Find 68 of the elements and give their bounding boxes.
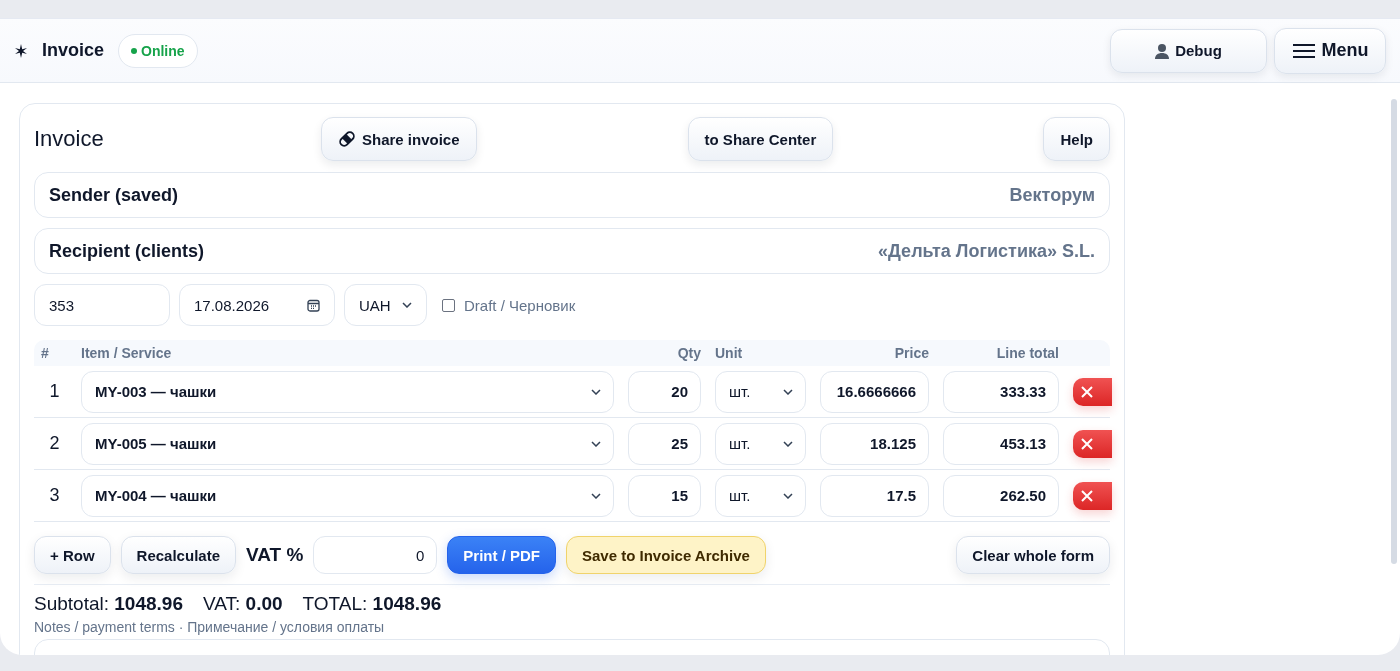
help-button[interactable]: Help: [1043, 117, 1110, 161]
toolbar-button[interactable]: + Row: [34, 536, 111, 574]
delete-row-button[interactable]: [1073, 377, 1112, 406]
share-center-button[interactable]: to Share Center: [687, 117, 834, 161]
draft-label: Draft / Черновик: [464, 296, 576, 314]
debug-button[interactable]: Debug: [1110, 28, 1267, 73]
toolbar-button[interactable]: Recalculate: [120, 536, 236, 574]
chevron-down-icon: [402, 302, 412, 308]
total-text: VAT: 0.00: [202, 593, 283, 615]
draft-checkbox[interactable]: [442, 298, 455, 312]
unit-select[interactable]: шт.: [715, 422, 806, 465]
close-icon: [1081, 437, 1093, 450]
item-select[interactable]: MY-003 — чашки: [81, 370, 614, 413]
price-input[interactable]: 16.6666666: [820, 370, 929, 413]
chevron-down-icon: [783, 492, 793, 499]
chevron-down-icon: [591, 440, 601, 447]
party-selector[interactable]: Sender (saved) Векторум: [34, 172, 1110, 218]
close-icon: [1081, 489, 1093, 502]
price-input[interactable]: 17.5: [820, 474, 929, 517]
chevron-down-icon: [783, 388, 793, 395]
column-header: Unit: [715, 345, 744, 361]
invoice-title: Invoice: [34, 126, 105, 152]
menu-button[interactable]: Menu: [1274, 27, 1386, 74]
person-icon: [1155, 42, 1170, 59]
delete-row-button[interactable]: [1073, 429, 1112, 458]
invoice-number-field[interactable]: 353: [34, 284, 170, 326]
chevron-down-icon: [591, 388, 601, 395]
bandage-icon: [338, 130, 356, 148]
column-header: Price: [893, 345, 929, 361]
chevron-down-icon: [591, 492, 601, 499]
close-icon: [1081, 385, 1093, 398]
toolbar-button[interactable]: Clear whole form: [956, 536, 1110, 574]
row-number: 3: [48, 485, 61, 506]
vat-label: VAT %: [246, 544, 304, 566]
qty-input[interactable]: 25: [628, 422, 701, 465]
party-selector[interactable]: Recipient (clients) «Дельта Логистика» S.L.: [34, 228, 1110, 274]
currency-select[interactable]: UAH: [344, 284, 427, 326]
row-number: 1: [48, 381, 61, 402]
star-icon: [14, 43, 28, 58]
line-total-field[interactable]: 333.33: [943, 370, 1059, 413]
app-title: Invoice: [42, 40, 105, 61]
qty-input[interactable]: 15: [628, 474, 701, 517]
vat-input[interactable]: 0: [313, 536, 438, 574]
menu-icon: [1291, 42, 1316, 59]
calendar-icon: [307, 298, 320, 312]
column-header: #: [40, 345, 50, 361]
line-total-field[interactable]: 262.50: [943, 474, 1059, 517]
total-text: Subtotal: 1048.96: [34, 593, 183, 615]
qty-input[interactable]: 20: [628, 370, 701, 413]
line-total-field[interactable]: 453.13: [943, 422, 1059, 465]
column-header: Line total: [995, 345, 1059, 361]
share-invoice-button[interactable]: Share invoice: [321, 117, 477, 161]
toolbar-button[interactable]: Print / PDF: [447, 536, 556, 574]
unit-select[interactable]: шт.: [715, 370, 806, 413]
item-select[interactable]: MY-004 — чашки: [81, 474, 614, 517]
row-number: 2: [48, 433, 61, 454]
chevron-down-icon: [783, 440, 793, 447]
notes-label: Notes / payment terms · Примечание / условия оплаты: [34, 619, 386, 635]
status-badge: Online: [118, 33, 198, 68]
price-input[interactable]: 18.125: [820, 422, 929, 465]
total-text: TOTAL: 1048.96: [302, 593, 442, 615]
item-select[interactable]: MY-005 — чашки: [81, 422, 614, 465]
unit-select[interactable]: шт.: [715, 474, 806, 517]
column-header: Qty: [676, 345, 701, 361]
column-header: Item / Service: [81, 345, 173, 361]
date-field[interactable]: 17.08.2026: [179, 284, 335, 326]
delete-row-button[interactable]: [1073, 481, 1112, 510]
toolbar-button[interactable]: Save to Invoice Archive: [566, 536, 766, 574]
